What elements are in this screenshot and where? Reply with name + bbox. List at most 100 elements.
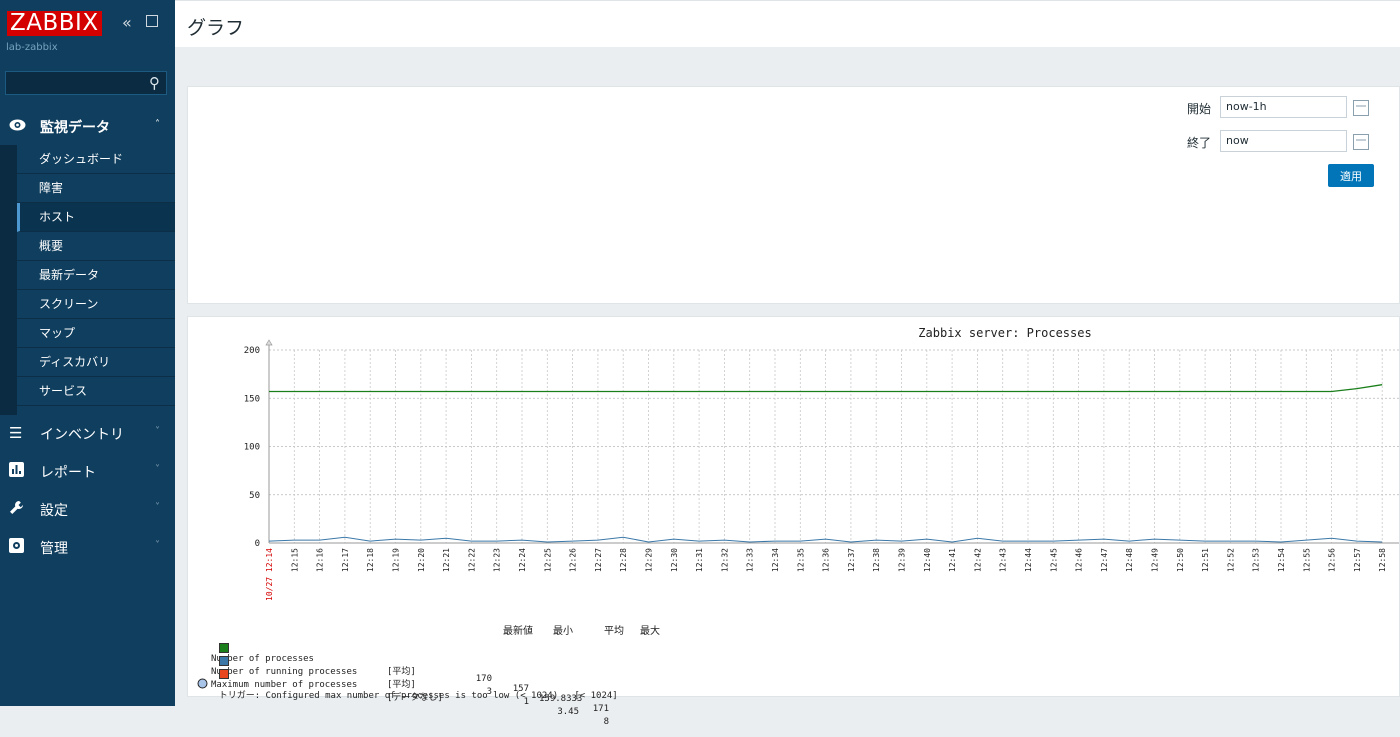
gear-icon bbox=[9, 538, 25, 554]
list-icon: ☰ bbox=[9, 424, 23, 442]
x-tick-label: 12:34 bbox=[771, 548, 780, 572]
x-tick-label: 12:29 bbox=[645, 548, 654, 572]
trigger-circle-icon bbox=[197, 678, 208, 689]
apply-button[interactable]: 適用 bbox=[1328, 164, 1374, 187]
sidebar-item-services[interactable]: サービス bbox=[17, 377, 175, 406]
sidebar-item-maps[interactable]: マップ bbox=[17, 319, 175, 348]
legend-header-max: 最大 bbox=[640, 626, 660, 637]
processes-chart: Zabbix server: Processes 0 50 100 150 200 12:1… bbox=[244, 326, 1399, 601]
logo-row: ZABBIX « bbox=[0, 0, 175, 48]
bar-chart-icon bbox=[9, 462, 25, 478]
to-label: 終了 bbox=[1187, 136, 1212, 150]
monitoring-submenu: ダッシュボード 障害 ホスト 概要 最新データ スクリーン マップ ディスカバリ… bbox=[17, 145, 175, 406]
trigger-label: トリガー: Configured max number of processes… bbox=[218, 691, 618, 701]
from-input[interactable]: now-1h bbox=[1220, 96, 1347, 118]
x-tick-label: 12:51 bbox=[1201, 548, 1210, 572]
y-tick-label: 150 bbox=[244, 394, 260, 404]
chevron-up-icon: ˄ bbox=[155, 119, 160, 130]
x-tick-label: 12:56 bbox=[1328, 548, 1337, 572]
menu-administration[interactable]: 管理 ˅ bbox=[0, 528, 175, 566]
zabbix-logo[interactable]: ZABBIX bbox=[7, 11, 102, 36]
chevron-down-icon: ˅ bbox=[155, 464, 160, 475]
fullscreen-icon[interactable] bbox=[146, 15, 158, 27]
search-icon[interactable]: ⚲ bbox=[149, 74, 160, 92]
x-tick-label: 12:30 bbox=[670, 548, 679, 572]
to-input[interactable]: now bbox=[1220, 130, 1347, 152]
x-tick-label: 12:49 bbox=[1151, 548, 1160, 572]
page-title: グラフ bbox=[187, 17, 245, 39]
trigger-row: トリガー: Configured max number of processes… bbox=[197, 678, 618, 711]
y-tick-label: 200 bbox=[244, 346, 260, 356]
x-tick-label: 12:28 bbox=[619, 548, 628, 572]
y-tick-label: 100 bbox=[244, 443, 260, 453]
chevron-down-icon: ˅ bbox=[155, 540, 160, 551]
sidebar-item-problems[interactable]: 障害 bbox=[17, 174, 175, 203]
x-tick-label: 12:39 bbox=[898, 548, 907, 572]
menu-reports-label: レポート bbox=[40, 465, 96, 481]
sidebar-item-screens[interactable]: スクリーン bbox=[17, 290, 175, 319]
graph-panel: Zabbix server: Processes 0 50 100 150 200 12:1… bbox=[187, 316, 1400, 727]
x-tick-label: 12:27 bbox=[594, 548, 603, 572]
server-name: lab-zabbix bbox=[6, 42, 58, 53]
calendar-icon[interactable] bbox=[1353, 100, 1369, 116]
menu-reports[interactable]: レポート ˅ bbox=[0, 452, 175, 490]
sidebar-item-dashboard[interactable]: ダッシュボード bbox=[17, 145, 175, 174]
legend-max: 8 bbox=[603, 716, 609, 727]
sidebar-item-discovery[interactable]: ディスカバリ bbox=[17, 348, 175, 377]
from-label: 開始 bbox=[1187, 102, 1212, 116]
x-tick-label: 12:35 bbox=[796, 548, 805, 572]
x-tick-label: 12:31 bbox=[695, 548, 704, 572]
sidebar-item-hosts[interactable]: ホスト bbox=[17, 203, 175, 232]
menu-inventory[interactable]: ☰ インベントリ ˅ bbox=[0, 414, 175, 452]
x-tick-label: 12:55 bbox=[1302, 548, 1311, 572]
legend-header-min: 最小 bbox=[553, 626, 573, 637]
x-tick-label: 12:23 bbox=[493, 548, 502, 572]
x-tick-label: 12:21 bbox=[442, 548, 451, 572]
eye-icon bbox=[9, 117, 26, 133]
x-tick-label: 12:40 bbox=[923, 548, 932, 572]
x-tick-label: 12:19 bbox=[392, 548, 401, 572]
x-tick-label: 12:17 bbox=[341, 548, 350, 572]
menu-monitoring[interactable]: 監視データ ˄ bbox=[0, 107, 175, 145]
x-tick-label: 12:54 bbox=[1277, 548, 1286, 572]
x-tick-label: 12:25 bbox=[543, 548, 552, 572]
x-tick-label: 12:26 bbox=[569, 548, 578, 572]
sidebar-item-overview[interactable]: 概要 bbox=[17, 232, 175, 261]
menu-configuration[interactable]: 設定 ˅ bbox=[0, 490, 175, 528]
x-tick-label: 12:33 bbox=[746, 548, 755, 572]
x-tick-label: 12:20 bbox=[417, 548, 426, 572]
sidebar-item-latest-data[interactable]: 最新データ bbox=[17, 261, 175, 290]
calendar-icon[interactable] bbox=[1353, 134, 1369, 150]
legend-name: Number of running processes bbox=[211, 666, 358, 677]
x-tick-label: 12:32 bbox=[720, 548, 729, 572]
x-tick-label: 12:48 bbox=[1125, 548, 1134, 572]
x-tick-label: 12:36 bbox=[822, 548, 831, 572]
chevron-down-icon: ˅ bbox=[155, 426, 160, 437]
submenu-rail bbox=[0, 145, 17, 415]
x-tick-label: 12:45 bbox=[1049, 548, 1058, 572]
x-tick-label: 12:58 bbox=[1378, 548, 1387, 572]
x-tick-label: 12:53 bbox=[1252, 548, 1261, 572]
y-axis-arrow bbox=[265, 339, 273, 346]
menu-inventory-label: インベントリ bbox=[40, 427, 124, 443]
x-tick-label: 12:46 bbox=[1075, 548, 1084, 572]
x-tick-label: 12:41 bbox=[948, 548, 957, 572]
x-tick-label: 12:38 bbox=[872, 548, 881, 572]
sidebar: ZABBIX « lab-zabbix ⚲ 監視データ ˄ ダッシュボード 障害… bbox=[0, 0, 175, 706]
chart-title: Zabbix server: Processes bbox=[918, 326, 1091, 340]
x-tick-label: 12:47 bbox=[1100, 548, 1109, 572]
x-tick-label: 12:18 bbox=[366, 548, 375, 572]
y-tick-label: 0 bbox=[255, 539, 260, 549]
page-header: グラフ bbox=[175, 0, 1400, 47]
x-tick-label: 12:50 bbox=[1176, 548, 1185, 572]
chevron-down-icon: ˅ bbox=[155, 502, 160, 513]
double-chevron-left-icon[interactable]: « bbox=[122, 13, 132, 32]
x-tick-label: 12:37 bbox=[847, 548, 856, 572]
x-tick-label: 12:43 bbox=[999, 548, 1008, 572]
menu-monitoring-label: 監視データ bbox=[40, 120, 110, 136]
menu-configuration-label: 設定 bbox=[40, 503, 68, 519]
x-tick-label: 12:15 bbox=[290, 548, 299, 572]
series-line-2 bbox=[268, 536, 1383, 543]
x-tick-label: 12:42 bbox=[973, 548, 982, 572]
search-input[interactable]: ⚲ bbox=[5, 71, 167, 95]
